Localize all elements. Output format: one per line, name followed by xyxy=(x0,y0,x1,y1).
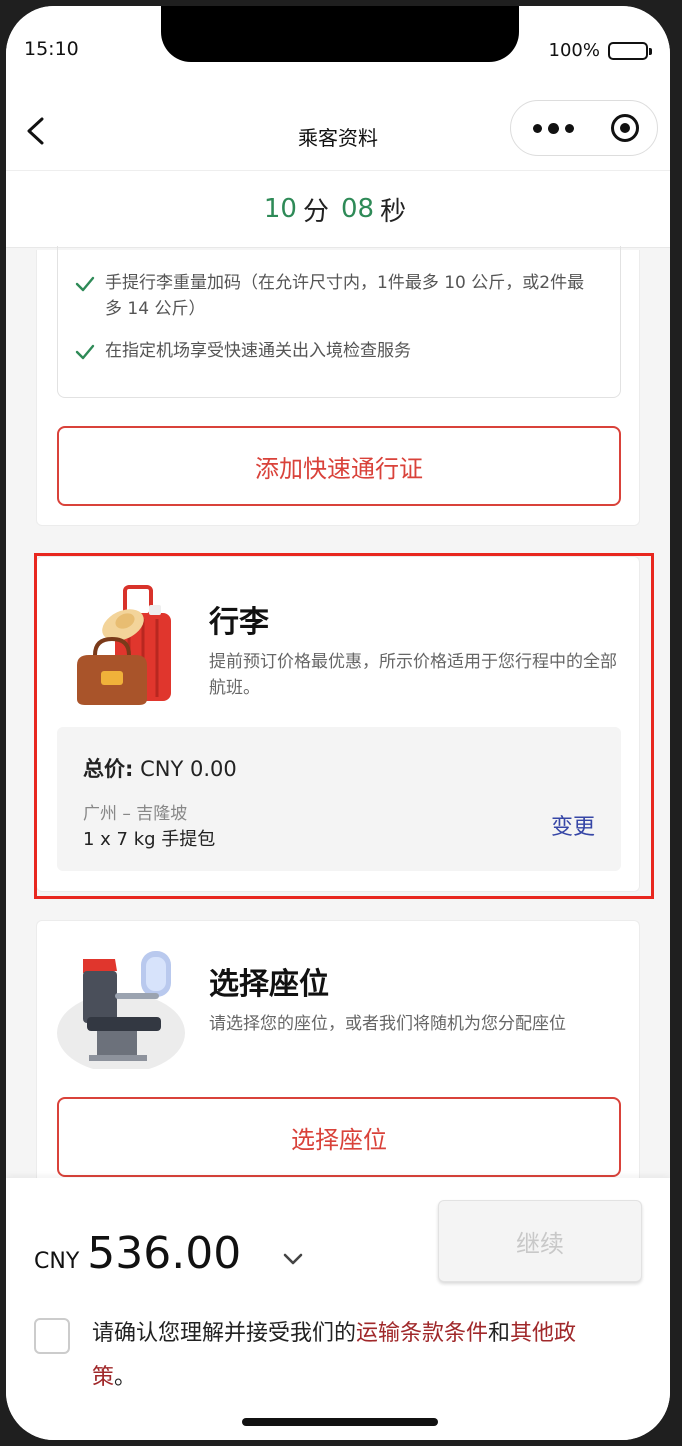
baggage-item: 1 x 7 kg 手提包 xyxy=(83,829,216,850)
total-amount: 536.00 xyxy=(87,1228,242,1279)
benefit-item: 在指定机场享受快速通关出入境检查服务 xyxy=(75,338,595,364)
baggage-price-box: 总价: CNY 0.00 广州 – 吉隆坡 1 x 7 kg 手提包 变更 xyxy=(57,727,621,871)
baggage-title: 行李 xyxy=(209,605,269,640)
more-icon[interactable] xyxy=(533,122,574,134)
total-value: CNY 0.00 xyxy=(140,757,237,781)
timer-minutes-unit: 分 xyxy=(302,196,329,227)
benefit-text: 手提行李重量加码（在允许尺寸内，1件最多 10 公斤，或2件最多 14 公斤） xyxy=(105,273,585,319)
baggage-total: 总价: CNY 0.00 xyxy=(83,753,237,783)
checkout-footer: CNY 536.00 继续 请确认您理解并接受我们的运输条款条件和其他政策。 xyxy=(6,1178,670,1440)
status-indicators: 100% xyxy=(548,40,652,61)
phone-screen: 15:10 100% 乘客资料 10 分 08 秒 手提行李重量加码（在允许尺寸… xyxy=(6,6,670,1440)
terms-text: 请确认您理解并接受我们的运输条款条件和其他政策。 xyxy=(92,1312,592,1400)
terms-prefix: 请确认您理解并接受我们的 xyxy=(92,1321,357,1346)
benefit-text: 在指定机场享受快速通关出入境检查服务 xyxy=(105,341,411,361)
check-icon xyxy=(75,344,95,360)
add-fast-pass-button[interactable]: 添加快速通行证 xyxy=(57,426,621,506)
seat-description: 请选择您的座位，或者我们将随机为您分配座位 xyxy=(209,1014,566,1034)
mini-program-capsule xyxy=(510,100,658,156)
seat-card: 选择座位 请选择您的座位，或者我们将随机为您分配座位 选择座位 xyxy=(36,920,640,1200)
device-notch xyxy=(161,6,519,62)
baggage-description: 提前预订价格最优惠，所示价格适用于您行程中的全部航班。 xyxy=(209,652,617,698)
home-indicator[interactable] xyxy=(242,1418,438,1426)
battery-icon xyxy=(608,41,652,60)
grand-total: CNY 536.00 xyxy=(34,1228,241,1279)
benefit-item: 手提行李重量加码（在允许尺寸内，1件最多 10 公斤，或2件最多 14 公斤） xyxy=(75,270,595,322)
continue-button[interactable]: 继续 xyxy=(438,1200,642,1282)
terms-suffix: 。 xyxy=(114,1365,137,1390)
benefits-box xyxy=(57,246,621,398)
seat-title: 选择座位 xyxy=(209,967,329,1002)
luggage-illustration xyxy=(77,585,171,705)
terms-checkbox[interactable] xyxy=(34,1318,70,1354)
carriage-terms-link[interactable]: 运输条款条件 xyxy=(356,1321,488,1346)
total-label: 总价: xyxy=(83,757,134,781)
timer-seconds-unit: 秒 xyxy=(380,196,407,227)
baggage-card: 行李 提前预订价格最优惠，所示价格适用于您行程中的全部航班。 总价: CNY 0… xyxy=(36,556,640,892)
check-icon xyxy=(75,276,95,292)
route-text: 广州 – 吉隆坡 xyxy=(83,804,188,824)
change-baggage-link[interactable]: 变更 xyxy=(551,809,595,841)
total-currency: CNY xyxy=(34,1249,80,1274)
timer-minutes: 10 xyxy=(263,194,297,224)
timer-seconds: 08 xyxy=(341,194,375,224)
status-time: 15:10 xyxy=(24,38,79,60)
seat-illustration xyxy=(57,951,185,1069)
chevron-down-icon[interactable] xyxy=(282,1252,304,1266)
select-seat-button[interactable]: 选择座位 xyxy=(57,1097,621,1177)
terms-and: 和 xyxy=(488,1321,511,1346)
close-target-icon[interactable] xyxy=(611,114,639,142)
nav-bar: 乘客资料 xyxy=(6,86,670,170)
fast-pass-card: 手提行李重量加码（在允许尺寸内，1件最多 10 公斤，或2件最多 14 公斤） … xyxy=(36,246,640,526)
battery-percent: 100% xyxy=(548,40,600,61)
countdown-timer: 10 分 08 秒 xyxy=(6,170,670,248)
